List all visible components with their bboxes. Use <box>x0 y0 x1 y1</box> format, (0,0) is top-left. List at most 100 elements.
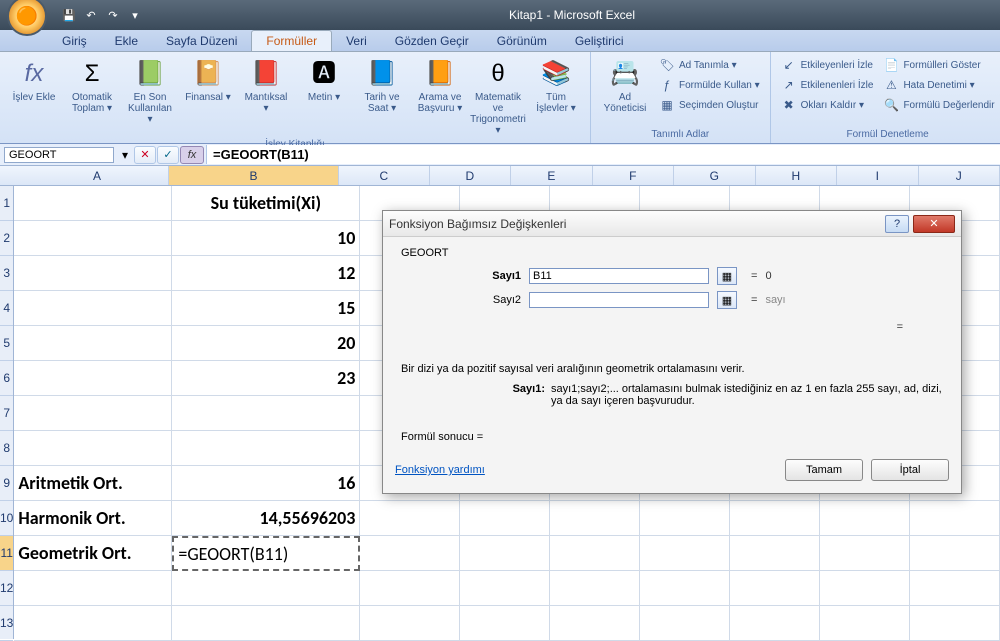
autosum-button[interactable]: Σ Otomatik Toplam ▾ <box>64 54 120 116</box>
col-header-a[interactable]: A <box>26 166 169 185</box>
row-header-13[interactable]: 13 <box>0 606 13 641</box>
remove-arrows-button[interactable]: ✖Okları Kaldır ▾ <box>779 96 876 114</box>
cell-a12[interactable] <box>14 571 172 606</box>
error-check-button[interactable]: ⚠Hata Denetimi ▾ <box>881 76 996 94</box>
tab-developer[interactable]: Geliştirici <box>561 31 638 51</box>
cell-a3[interactable] <box>14 256 172 291</box>
arg2-input[interactable] <box>529 292 709 308</box>
logical-button[interactable]: 📕 Mantıksal ▾ <box>238 54 294 116</box>
row-header-3[interactable]: 3 <box>0 256 13 291</box>
equals-sign: = <box>751 270 757 282</box>
cell-a1[interactable] <box>14 186 172 221</box>
use-in-formula-button[interactable]: ƒFormülde Kullan ▾ <box>657 76 762 94</box>
col-header-b[interactable]: B <box>169 166 339 185</box>
tab-view[interactable]: Görünüm <box>483 31 561 51</box>
name-box[interactable] <box>4 147 114 163</box>
cell-a2[interactable] <box>14 221 172 256</box>
cell-b5[interactable]: 20 <box>172 326 360 361</box>
formula-input[interactable] <box>206 145 1000 164</box>
cell-b10[interactable]: 14,55696203 <box>172 501 360 536</box>
evaluate-formula-button[interactable]: 🔍Formülü Değerlendir <box>881 96 996 114</box>
define-name-button[interactable]: 🏷Ad Tanımla ▾ <box>657 56 762 74</box>
math-button[interactable]: θ Matematik ve Trigonometri ▾ <box>470 54 526 138</box>
cell-a11[interactable]: Geometrik Ort. <box>14 536 172 571</box>
row-header-12[interactable]: 12 <box>0 571 13 606</box>
sigma-icon: Σ <box>85 56 100 92</box>
trace-precedents-button[interactable]: ↙Etkileyenleri İzle <box>779 56 876 74</box>
ok-button[interactable]: Tamam <box>785 459 863 481</box>
cell-b8[interactable] <box>172 431 360 466</box>
cancel-button[interactable]: İptal <box>871 459 949 481</box>
cell-b3[interactable]: 12 <box>172 256 360 291</box>
redo-icon[interactable]: ↷ <box>104 6 122 24</box>
row-header-9[interactable]: 9 <box>0 466 13 501</box>
cell-a6[interactable] <box>14 361 172 396</box>
row-header-1[interactable]: 1 <box>0 186 13 221</box>
arg1-range-picker[interactable]: ▦ <box>717 267 737 285</box>
fx-button[interactable]: fx <box>180 146 204 164</box>
qat-dropdown-icon[interactable]: ▾ <box>126 6 144 24</box>
col-header-f[interactable]: F <box>593 166 674 185</box>
dialog-close-button[interactable]: ✕ <box>913 215 955 233</box>
cell-b11[interactable]: =GEOORT(B11) <box>172 536 360 571</box>
datetime-button[interactable]: 📘 Tarih ve Saat ▾ <box>354 54 410 116</box>
recent-functions-button[interactable]: 📗 En Son Kullanılan ▾ <box>122 54 178 127</box>
undo-icon[interactable]: ↶ <box>82 6 100 24</box>
cell-b4[interactable]: 15 <box>172 291 360 326</box>
dialog-titlebar[interactable]: Fonksiyon Bağımsız Değişkenleri ? ✕ <box>383 211 961 237</box>
cell-a7[interactable] <box>14 396 172 431</box>
cell-b2[interactable]: 10 <box>172 221 360 256</box>
tab-data[interactable]: Veri <box>332 31 381 51</box>
row-header-6[interactable]: 6 <box>0 361 13 396</box>
tab-formulas[interactable]: Formüller <box>251 30 332 51</box>
cell-a5[interactable] <box>14 326 172 361</box>
lookup-button[interactable]: 📙 Arama ve Başvuru ▾ <box>412 54 468 116</box>
row-header-4[interactable]: 4 <box>0 291 13 326</box>
col-header-c[interactable]: C <box>339 166 430 185</box>
row-header-7[interactable]: 7 <box>0 396 13 431</box>
tab-home[interactable]: Giriş <box>48 31 101 51</box>
col-header-e[interactable]: E <box>511 166 592 185</box>
confirm-formula-button[interactable]: ✓ <box>157 146 179 164</box>
tab-review[interactable]: Gözden Geçir <box>381 31 483 51</box>
cell-a8[interactable] <box>14 431 172 466</box>
row-header-5[interactable]: 5 <box>0 326 13 361</box>
collapse-icon: ▦ <box>722 294 732 307</box>
cell-a10[interactable]: Harmonik Ort. <box>14 501 172 536</box>
arg1-input[interactable] <box>529 268 709 284</box>
cell-a4[interactable] <box>14 291 172 326</box>
namebox-dropdown-icon[interactable]: ▾ <box>122 148 128 162</box>
row-header-2[interactable]: 2 <box>0 221 13 256</box>
insert-function-button[interactable]: fx İşlev Ekle <box>6 54 62 105</box>
arg2-range-picker[interactable]: ▦ <box>717 291 737 309</box>
col-header-i[interactable]: I <box>837 166 918 185</box>
col-header-d[interactable]: D <box>430 166 511 185</box>
trace-dependents-button[interactable]: ↗Etkilenenleri İzle <box>779 76 876 94</box>
cell-b12[interactable] <box>172 571 360 606</box>
col-header-j[interactable]: J <box>919 166 1000 185</box>
cancel-formula-button[interactable]: ✕ <box>134 146 156 164</box>
col-header-h[interactable]: H <box>756 166 837 185</box>
create-from-selection-button[interactable]: ▦Seçimden Oluştur <box>657 96 762 114</box>
row-header-10[interactable]: 10 <box>0 501 13 536</box>
financial-button[interactable]: 📔 Finansal ▾ <box>180 54 236 105</box>
tab-layout[interactable]: Sayfa Düzeni <box>152 31 251 51</box>
cell-b6[interactable]: 23 <box>172 361 360 396</box>
name-manager-button[interactable]: 📇 Ad Yöneticisi <box>597 54 653 116</box>
show-formulas-button[interactable]: 📄Formülleri Göster <box>881 56 996 74</box>
cell-b13[interactable] <box>172 606 360 641</box>
dialog-help-button[interactable]: ? <box>885 215 909 233</box>
save-icon[interactable]: 💾 <box>60 6 78 24</box>
cell-b7[interactable] <box>172 396 360 431</box>
cell-b9[interactable]: 16 <box>172 466 360 501</box>
cell-a13[interactable] <box>14 606 172 641</box>
more-functions-button[interactable]: 📚 Tüm İşlevler ▾ <box>528 54 584 116</box>
col-header-g[interactable]: G <box>674 166 755 185</box>
cell-b1[interactable]: Su tüketimi(Xi) <box>172 186 360 221</box>
function-help-link[interactable]: Fonksiyon yardımı <box>395 464 485 476</box>
tab-insert[interactable]: Ekle <box>101 31 152 51</box>
cell-a9[interactable]: Aritmetik Ort. <box>14 466 172 501</box>
text-button[interactable]: 🅰 Metin ▾ <box>296 54 352 105</box>
row-header-11[interactable]: 11 <box>0 536 13 571</box>
row-header-8[interactable]: 8 <box>0 431 13 466</box>
